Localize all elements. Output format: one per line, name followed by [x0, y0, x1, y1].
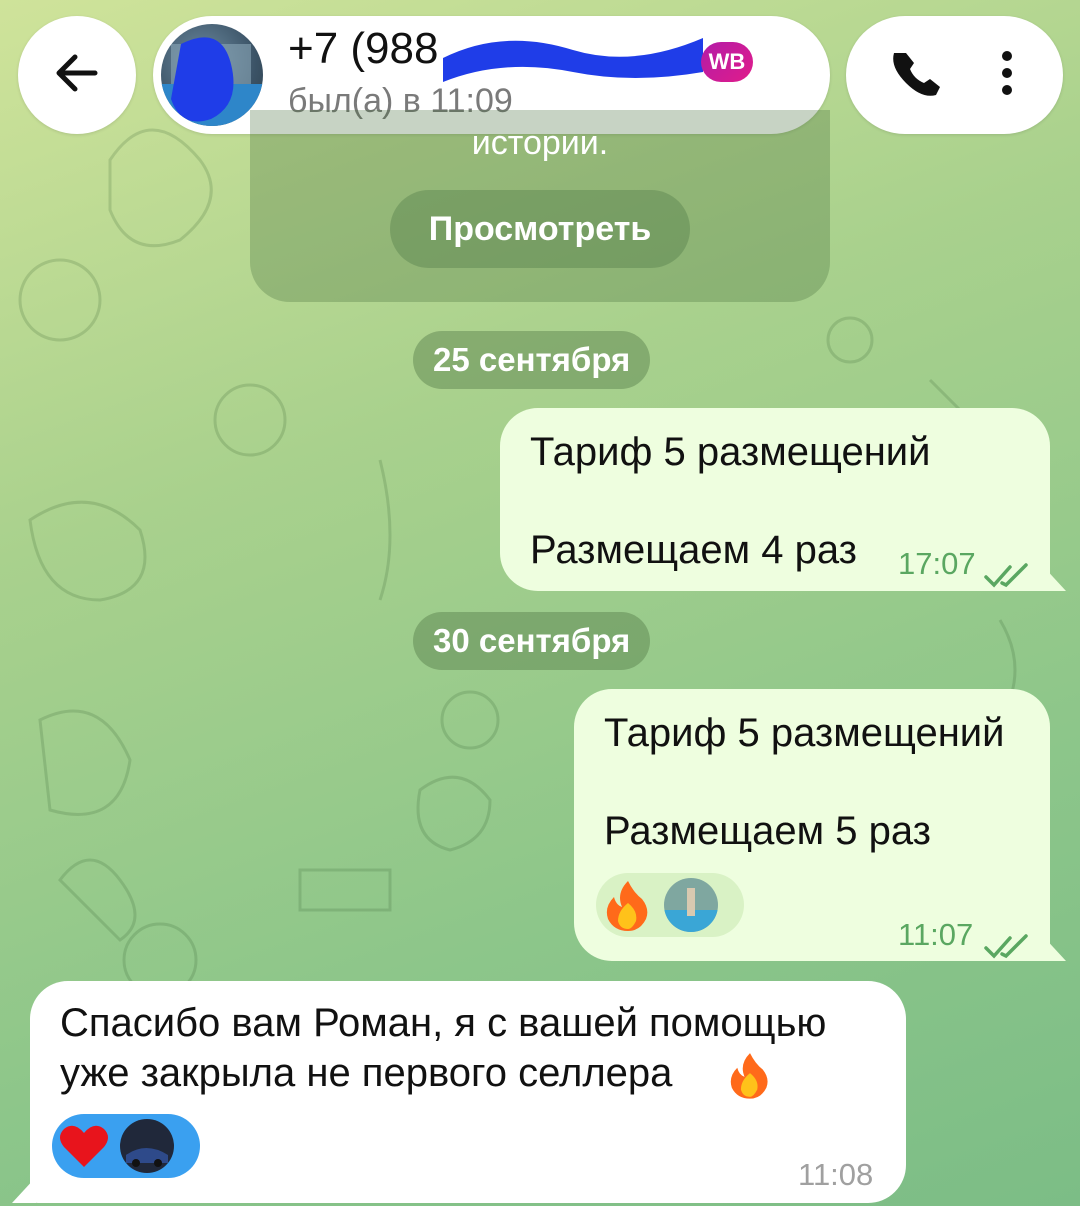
story-text: истории.	[471, 124, 609, 162]
wb-badge: WB	[701, 42, 753, 82]
message-text-line: Спасибо вам Роман, я с вашей помощью	[60, 1001, 827, 1045]
contact-name: +7 (988	[288, 24, 439, 73]
reaction-pill[interactable]	[596, 873, 744, 937]
bubble-tail	[1042, 935, 1066, 961]
contact-avatar[interactable]	[161, 24, 263, 126]
back-button[interactable]	[18, 16, 136, 134]
reactor-avatar	[664, 878, 718, 932]
message-text-line: Тариф 5 размещений	[530, 430, 931, 474]
more-vertical-icon[interactable]	[997, 48, 1017, 103]
message-text-line: Размещаем 4 раз	[530, 528, 857, 572]
message-text-line: Размещаем 5 раз	[604, 809, 931, 853]
date-separator: 30 сентября	[413, 612, 651, 670]
date-separator: 25 сентября	[413, 331, 651, 389]
message-time: 11:08	[798, 1157, 874, 1192]
bubble-tail	[1042, 565, 1066, 591]
heart-emoji-icon	[58, 1120, 110, 1172]
double-check-icon	[984, 554, 1032, 599]
redaction-scribble	[443, 38, 703, 82]
bubble-tail	[12, 1177, 36, 1203]
message-text-line: Тариф 5 размещений	[604, 711, 1005, 755]
message-text-line: уже закрыла не первого селлера	[60, 1051, 673, 1095]
story-card: истории. Просмотреть	[250, 110, 830, 302]
message-time: 17:07	[898, 546, 976, 581]
incoming-message[interactable]: Спасибо вам Роман, я с вашей помощью уже…	[30, 981, 906, 1203]
outgoing-message[interactable]: Тариф 5 размещений Размещаем 4 раз 17:07	[500, 408, 1050, 591]
message-time: 11:07	[898, 917, 974, 952]
outgoing-message[interactable]: Тариф 5 размещений Размещаем 5 раз 11:07	[574, 689, 1050, 961]
phone-icon[interactable]	[892, 47, 944, 104]
reactor-avatar	[120, 1119, 174, 1173]
fire-emoji-icon	[602, 879, 654, 931]
reaction-pill[interactable]	[52, 1114, 200, 1178]
double-check-icon	[984, 925, 1032, 970]
header-actions	[846, 16, 1063, 134]
arrow-left-icon	[51, 47, 103, 104]
fire-emoji-icon	[730, 1051, 770, 1109]
view-story-button[interactable]: Просмотреть	[390, 190, 690, 268]
